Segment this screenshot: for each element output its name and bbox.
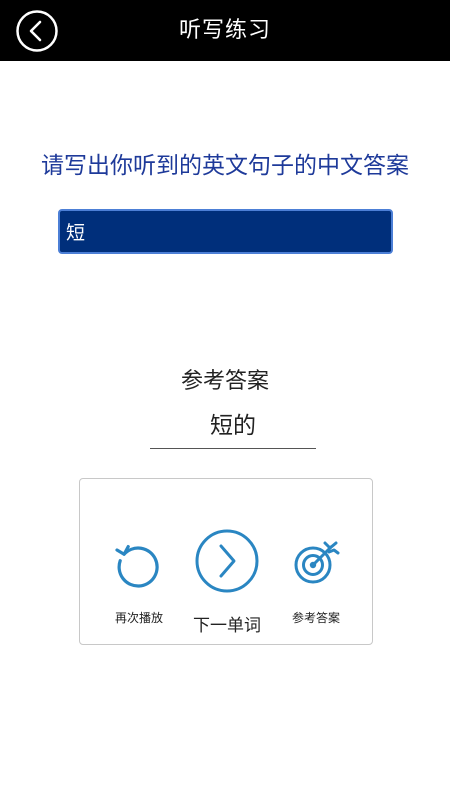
replay-label: 再次播放 [114, 611, 163, 625]
back-button[interactable] [15, 9, 59, 53]
chevron-left-icon [16, 10, 58, 52]
answer-input[interactable] [58, 209, 393, 254]
reference-answer-label: 参考答案 [180, 369, 269, 394]
chevron-right-circle-icon [195, 529, 259, 593]
reference-answer-value: 短的 [150, 408, 316, 449]
reference-answer-button-label: 参考答案 [291, 611, 340, 625]
control-panel: 再次播放 下一单词 参考答案 [79, 478, 373, 645]
replay-button[interactable]: 再次播放 [104, 535, 174, 635]
instruction-text: 请写出你听到的英文句子的中文答案 [41, 153, 409, 179]
reference-answer-button[interactable]: 参考答案 [280, 535, 352, 635]
page-title: 听写练习 [178, 18, 271, 43]
target-arrow-icon [294, 541, 340, 584]
next-word-button[interactable]: 下一单词 [186, 529, 268, 639]
top-bar: 听写练习 [0, 0, 450, 61]
next-word-label: 下一单词 [193, 616, 261, 636]
replay-icon [115, 544, 159, 588]
